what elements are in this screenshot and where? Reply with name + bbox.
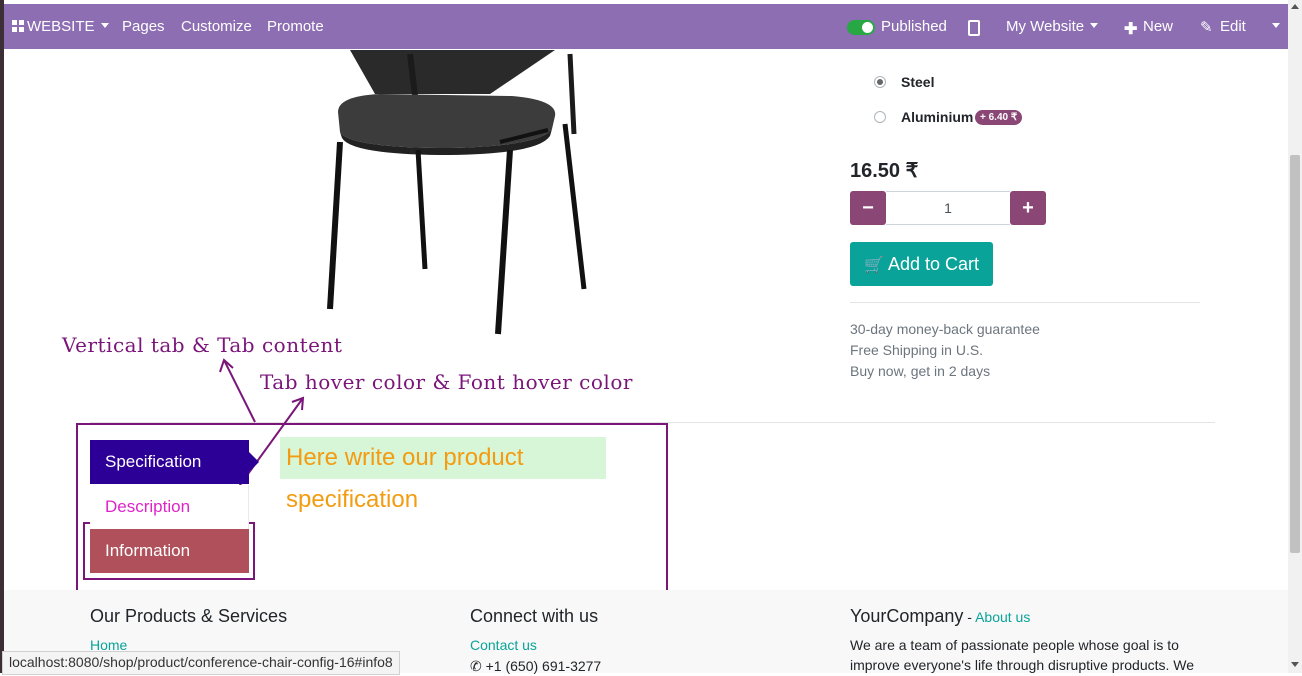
- footer-title-products: Our Products & Services: [90, 606, 288, 626]
- tab-specification[interactable]: Specification: [90, 440, 249, 484]
- footer-phone: ✆ +1 (650) 691-3277: [470, 656, 601, 676]
- footer-company-text: We are a team of passionate people whose…: [850, 637, 1195, 673]
- tab-description[interactable]: Description: [90, 485, 249, 529]
- footer-company-name: YourCompany: [850, 606, 964, 626]
- footer-phone-number: +1 (650) 691-3277: [485, 658, 602, 674]
- footer-company-heading: YourCompany - About us: [850, 606, 1030, 627]
- status-url: localhost:8080/shop/product/conference-c…: [2, 651, 400, 675]
- footer-title-connect: Connect with us: [470, 606, 599, 626]
- phone-icon: ✆: [470, 658, 482, 674]
- tab-information[interactable]: Information: [90, 529, 249, 573]
- footer-separator: -: [963, 609, 976, 625]
- active-tab-arrow: [249, 452, 259, 472]
- footer-link-about[interactable]: About us: [975, 609, 1030, 625]
- footer-link-contact[interactable]: Contact us: [470, 637, 537, 653]
- tab-content: Here write our product specification: [280, 437, 606, 513]
